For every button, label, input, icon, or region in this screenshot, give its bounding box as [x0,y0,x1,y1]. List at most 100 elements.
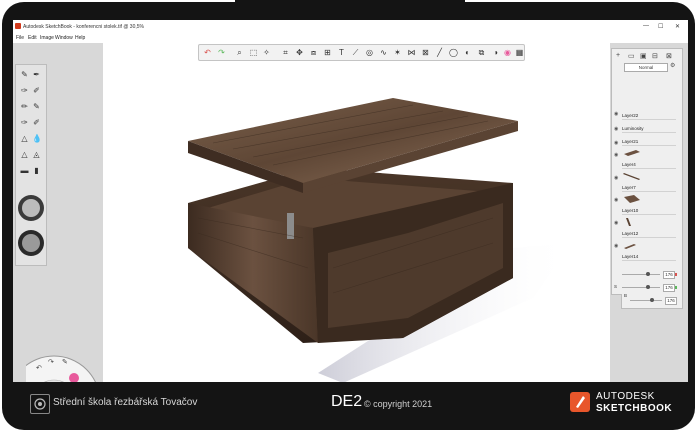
slider-knob[interactable] [646,272,651,276]
brush-palette-icon[interactable]: ▦ [515,48,524,57]
ellipse-icon[interactable]: ◎ [365,48,374,57]
merge-icon[interactable]: ⊟ [652,52,658,60]
color-slider-hue[interactable]: 176 [622,269,678,279]
guide-icon[interactable]: ⟋ [351,48,360,57]
menu-help[interactable]: Help [75,35,85,41]
slider-value[interactable]: 176 [665,297,677,305]
layer-row[interactable]: Layer14 [622,238,676,261]
maximize-button[interactable]: ☐ [658,23,663,30]
slider-track[interactable] [622,287,660,288]
close-button[interactable]: ✕ [675,23,680,30]
brush-opacity-indicator [22,234,40,252]
triangle-brush-icon[interactable]: △ [20,149,29,160]
slider-value[interactable]: 176 [663,271,675,279]
menu-window[interactable]: Window [55,35,73,41]
redo-icon[interactable]: ↷ [217,48,226,57]
slider-color-swatch [675,273,677,276]
menu-edit[interactable]: Edit [28,35,37,41]
crop-icon[interactable]: ⌗ [281,48,290,57]
layer-row[interactable]: Luminosity [622,120,676,133]
school-name: Střední škola řezbářská Tovačov [53,397,198,408]
visibility-icon[interactable]: ◉ [614,176,620,181]
chisel-brush-icon[interactable]: ✑ [20,117,29,128]
lagoon-wheel[interactable]: ↶ ↷ ✎ ⌕ ≡ [26,350,106,382]
color-wheel-icon[interactable]: ◉ [503,48,512,57]
layer-row[interactable]: Layer7 [622,169,676,192]
drawing-canvas[interactable] [103,43,610,382]
ruler-icon[interactable]: ⊞ [323,48,332,57]
pencil-icon[interactable]: ✎ [20,69,29,80]
color-slider-saturation[interactable]: S 176 [614,282,678,292]
slider-knob[interactable] [646,285,651,289]
copic-icon[interactable]: ◑ [491,48,500,57]
paintbrush-icon[interactable]: ✎ [32,101,41,112]
visibility-icon[interactable]: ◉ [614,127,620,132]
autodesk-sketchbook-logo [570,392,590,412]
image-layer-icon[interactable]: ▣ [640,52,647,60]
transform-icon[interactable]: ✥ [295,48,304,57]
brush-size-puck[interactable] [18,195,44,221]
minimize-button[interactable]: — [643,23,649,29]
fill-icon[interactable]: ◐ [463,48,472,57]
layer-settings-icon[interactable]: ⚙ [670,62,675,69]
layer-row[interactable]: Layer4 [622,146,676,169]
slider-knob[interactable] [650,298,655,302]
slider-track[interactable] [622,274,660,275]
layer-row[interactable]: Layer21 [622,133,676,146]
hard-eraser-icon[interactable]: ▮ [32,165,41,176]
app-screen: Autodesk SketchBook - konferencni stolek… [13,20,688,382]
menu-file[interactable]: File [16,35,24,41]
lagoon-brush-icon[interactable]: ✎ [62,358,68,366]
layer-row[interactable]: Layer22 [622,97,676,120]
slider-value[interactable]: 176 [663,284,675,292]
felt-tip-icon[interactable]: ✐ [32,117,41,128]
layer-row[interactable]: Layer12 [622,215,676,238]
drop-icon[interactable]: ◬ [32,149,41,160]
visibility-icon[interactable]: ◉ [614,244,620,249]
text-icon[interactable]: T [337,48,346,57]
layer-thumbnail [624,244,636,249]
distort-icon[interactable]: ⊠ [421,48,430,57]
lagoon-redo-icon[interactable]: ↷ [48,358,54,366]
main-toolbar: ↶ ↷ ⌕ ⬚ ✧ ⌗ ✥ ⧈ ⊞ T ⟋ ◎ ∿ ✶ ⋈ ⊠ ╱ ◯ ◐ ⧉ … [198,44,525,61]
lagoon-undo-icon[interactable]: ↶ [36,364,42,372]
visibility-icon[interactable]: ◉ [614,112,620,117]
select-icon[interactable]: ⬚ [249,48,258,57]
circle-icon[interactable]: ◯ [449,48,458,57]
brush-size-indicator [22,199,40,217]
ink-pen-icon[interactable]: ✐ [32,85,41,96]
layer-name: Layer4 [622,162,636,167]
zoom-icon[interactable]: ⌕ [235,48,244,57]
symmetry-icon[interactable]: ⧈ [309,48,318,57]
smear-icon[interactable]: △ [20,133,29,144]
french-curve-icon[interactable]: ∿ [379,48,388,57]
brand-autodesk: AUTODESK [596,391,655,402]
visibility-icon[interactable]: ◉ [614,141,620,146]
layer-copy-icon[interactable]: ⧉ [477,48,486,57]
delete-layer-icon[interactable]: ⊠ [666,52,672,60]
lasso-icon[interactable]: ✧ [262,48,271,57]
undo-icon[interactable]: ↶ [203,48,212,57]
blur-icon[interactable]: 💧 [32,133,42,144]
brush-palette: ✎ ✒ ✑ ✐ ✏ ✎ ✑ ✐ △ 💧 △ ◬ ▬ ▮ [15,64,47,266]
visibility-icon[interactable]: ◉ [614,221,620,226]
pen-icon[interactable]: ✑ [20,85,29,96]
perspective-icon[interactable]: ✶ [393,48,402,57]
mirror-icon[interactable]: ⋈ [407,48,416,57]
layer-row[interactable]: Layer10 [622,192,676,215]
add-layer-icon[interactable]: + [616,52,620,59]
brush-opacity-puck[interactable] [18,230,44,256]
visibility-icon[interactable]: ◉ [614,153,620,158]
school-logo [30,394,50,414]
slider-track[interactable] [630,300,662,301]
visibility-icon[interactable]: ◉ [614,198,620,203]
color-slider-brightness[interactable]: B 176 [624,293,680,305]
eraser-icon[interactable]: ▬ [20,165,29,176]
airbrush-icon[interactable]: ✏ [20,101,29,112]
slider-label: B [624,293,628,298]
folder-icon[interactable]: ▭ [628,52,635,60]
blend-mode-select[interactable]: Normal [624,63,668,72]
marker-icon[interactable]: ✒ [32,69,41,80]
line-icon[interactable]: ╱ [435,48,444,57]
menu-image[interactable]: Image [40,35,54,41]
